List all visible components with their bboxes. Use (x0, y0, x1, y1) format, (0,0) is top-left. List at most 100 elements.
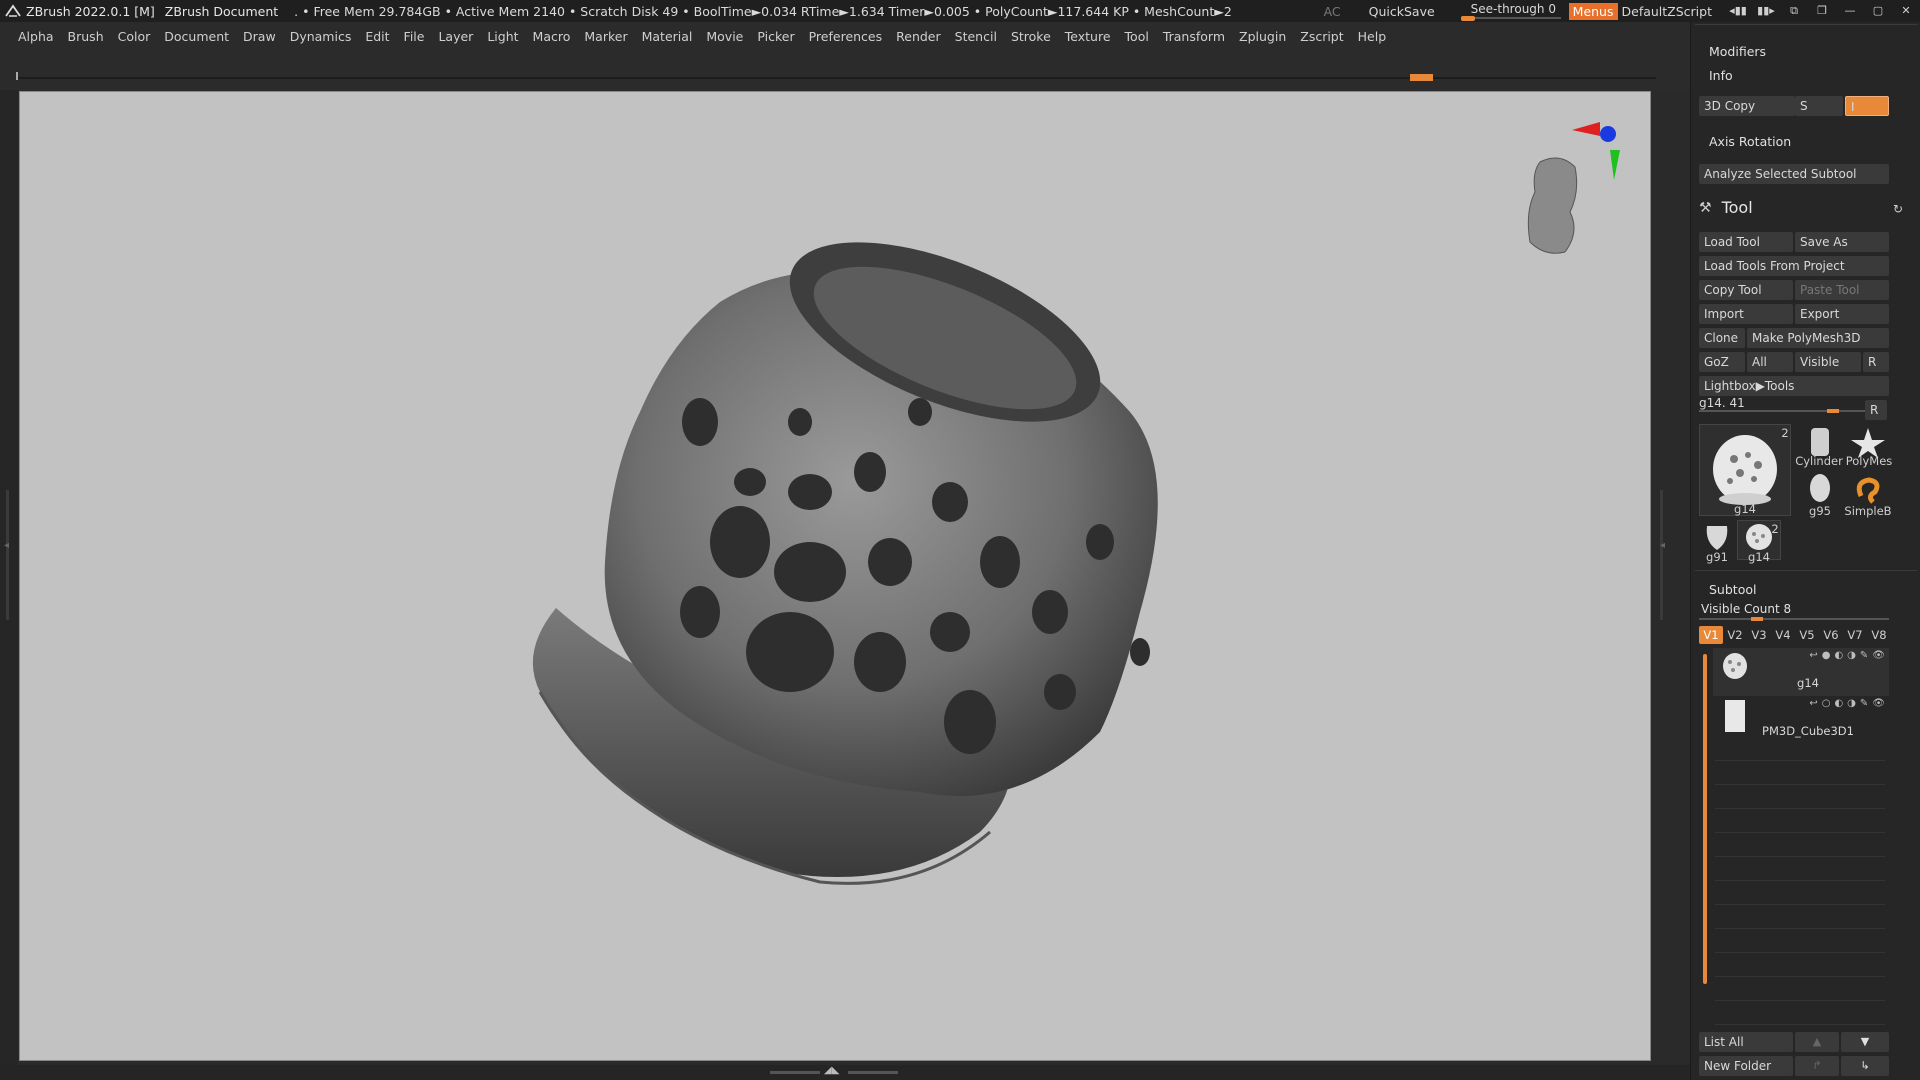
expand-left-icon[interactable]: ◂ (4, 540, 9, 551)
menu-picker[interactable]: Picker (757, 29, 794, 44)
menu-alpha[interactable]: Alpha (18, 29, 54, 44)
menu-stroke[interactable]: Stroke (1011, 29, 1051, 44)
visibility-tab-v2[interactable]: V2 (1723, 626, 1747, 644)
left-tray-edge[interactable]: ◂ (0, 90, 18, 1065)
copy-tool-button[interactable]: Copy Tool (1699, 280, 1793, 300)
subtool-cube-fade-icon[interactable]: ◑ (1847, 698, 1856, 709)
folder-return-icon[interactable]: ↳ (1841, 1056, 1889, 1076)
menu-edit[interactable]: Edit (365, 29, 389, 44)
visibility-tab-v1[interactable]: V1 (1699, 626, 1723, 644)
subtool-cube-polyframe-icon[interactable]: ○ (1822, 698, 1831, 709)
move-down-icon[interactable]: ▼ (1841, 1032, 1889, 1052)
lightbox-tools-button[interactable]: Lightbox▶Tools (1699, 376, 1889, 396)
visibility-tab-v5[interactable]: V5 (1795, 626, 1819, 644)
subtool-list-scrollbar[interactable] (1703, 654, 1707, 984)
visibility-tab-v8[interactable]: V8 (1867, 626, 1891, 644)
visibility-tab-v6[interactable]: V6 (1819, 626, 1843, 644)
subtool-cube-brush-icon[interactable]: ✎ (1860, 698, 1868, 709)
tool-r-button[interactable]: R (1865, 400, 1887, 420)
subtool-cube-solo-icon[interactable]: ◐ (1834, 698, 1843, 709)
right-tray-edge[interactable]: ◂ (1652, 90, 1690, 1065)
current-tool-slider[interactable]: g14. 41 (1699, 396, 1891, 413)
timeline-marker[interactable] (1410, 74, 1433, 81)
axis-rotation-header[interactable]: Axis Rotation (1709, 134, 1791, 149)
menu-tool[interactable]: Tool (1125, 29, 1149, 44)
subtool-cube-arrow-icon[interactable]: ↩ (1809, 698, 1817, 709)
canvas-viewport[interactable] (19, 91, 1651, 1061)
navigation-head-gizmo[interactable] (1527, 122, 1620, 254)
make-polymesh3d-button[interactable]: Make PolyMesh3D (1747, 328, 1889, 348)
goz-r-button[interactable]: R (1863, 352, 1889, 372)
export-button[interactable]: Export (1795, 304, 1889, 324)
minimize-icon[interactable]: — (1840, 3, 1860, 19)
quicksave-button[interactable]: QuickSave (1369, 4, 1435, 19)
goz-all-button[interactable]: All (1747, 352, 1793, 372)
subtool-row-g14[interactable]: ↩ ● ◐ ◑ ✎ 👁 g14 (1713, 648, 1889, 696)
subtool-g14-fade-icon[interactable]: ◑ (1847, 650, 1856, 661)
current-tool-knob[interactable] (1827, 409, 1839, 413)
subtool-g14-brush-icon[interactable]: ✎ (1860, 650, 1868, 661)
menu-draw[interactable]: Draw (243, 29, 276, 44)
i-field[interactable]: I (1845, 96, 1889, 116)
menu-zplugin[interactable]: Zplugin (1239, 29, 1286, 44)
subtool-g14-polyframe-icon[interactable]: ● (1822, 650, 1831, 661)
default-zscript-button[interactable]: DefaultZScript (1622, 4, 1713, 19)
menu-render[interactable]: Render (896, 29, 941, 44)
menu-transform[interactable]: Transform (1163, 29, 1225, 44)
menu-texture[interactable]: Texture (1065, 29, 1111, 44)
menu-file[interactable]: File (404, 29, 425, 44)
restore-icon[interactable]: ▢ (1868, 3, 1888, 19)
menu-zscript[interactable]: Zscript (1300, 29, 1343, 44)
move-up-icon[interactable]: ▲ (1795, 1032, 1839, 1052)
bottom-tray-handle-right[interactable] (848, 1071, 898, 1074)
load-tool-button[interactable]: Load Tool (1699, 232, 1793, 252)
info-header[interactable]: Info (1709, 68, 1733, 83)
ac-indicator[interactable]: AC (1324, 4, 1341, 19)
subtool-g14-eye-icon[interactable]: 👁 (1872, 650, 1885, 661)
window-layout-icon[interactable]: ⧉ (1784, 3, 1804, 19)
menu-material[interactable]: Material (642, 29, 693, 44)
menu-macro[interactable]: Macro (533, 29, 571, 44)
modifiers-header[interactable]: Modifiers (1709, 44, 1766, 59)
expand-right-icon[interactable]: ◂ (1660, 540, 1665, 551)
bottom-tray-edge[interactable]: ◢◣ (0, 1065, 1690, 1080)
tool-palette-header[interactable]: ⚒ Tool (1699, 198, 1753, 217)
3d-copy-button[interactable]: 3D Copy (1699, 96, 1795, 116)
analyze-selected-subtool-button[interactable]: Analyze Selected Subtool (1699, 164, 1889, 184)
goz-button[interactable]: GoZ (1699, 352, 1745, 372)
layout-right-icon[interactable]: ▮▮▸ (1756, 3, 1776, 19)
menu-help[interactable]: Help (1358, 29, 1387, 44)
load-tools-from-project-button[interactable]: Load Tools From Project (1699, 256, 1889, 276)
menu-brush[interactable]: Brush (68, 29, 104, 44)
subtool-cube-eye-icon[interactable]: 👁 (1872, 698, 1885, 709)
visibility-tab-v4[interactable]: V4 (1771, 626, 1795, 644)
menu-layer[interactable]: Layer (438, 29, 473, 44)
subtool-g14-solo-icon[interactable]: ◐ (1834, 650, 1843, 661)
window-copy-icon[interactable]: ❐ (1812, 3, 1832, 19)
close-icon[interactable]: ✕ (1896, 3, 1916, 19)
right-tray-handle[interactable] (1660, 490, 1663, 620)
clone-button[interactable]: Clone (1699, 328, 1745, 348)
subtool-row-pm3d-cube[interactable]: ↩ ○ ◐ ◑ ✎ 👁 PM3D_Cube3D1 (1713, 696, 1889, 744)
menu-preferences[interactable]: Preferences (809, 29, 883, 44)
bottom-tray-handle-left[interactable] (770, 1071, 820, 1074)
expand-bottom-icon[interactable]: ◢◣ (824, 1065, 839, 1076)
visibility-tab-v7[interactable]: V7 (1843, 626, 1867, 644)
menu-movie[interactable]: Movie (706, 29, 743, 44)
see-through-knob[interactable] (1460, 16, 1475, 21)
paste-tool-button[interactable]: Paste Tool (1795, 280, 1889, 300)
left-tray-handle[interactable] (6, 490, 9, 620)
menus-toggle-button[interactable]: Menus (1568, 2, 1618, 20)
visible-count-slider[interactable]: Visible Count 8 (1701, 602, 1791, 616)
visibility-tab-v3[interactable]: V3 (1747, 626, 1771, 644)
new-folder-button[interactable]: New Folder (1699, 1056, 1793, 1076)
visible-count-knob[interactable] (1751, 617, 1763, 621)
folder-forward-icon[interactable]: ↱ (1795, 1056, 1839, 1076)
subtool-g14-arrow-icon[interactable]: ↩ (1809, 650, 1817, 661)
menu-document[interactable]: Document (164, 29, 229, 44)
subtool-header[interactable]: Subtool (1709, 582, 1756, 597)
list-all-button[interactable]: List All (1699, 1032, 1793, 1052)
menu-color[interactable]: Color (118, 29, 151, 44)
save-as-button[interactable]: Save As (1795, 232, 1889, 252)
see-through-slider[interactable]: See-through 0 (1460, 1, 1561, 21)
